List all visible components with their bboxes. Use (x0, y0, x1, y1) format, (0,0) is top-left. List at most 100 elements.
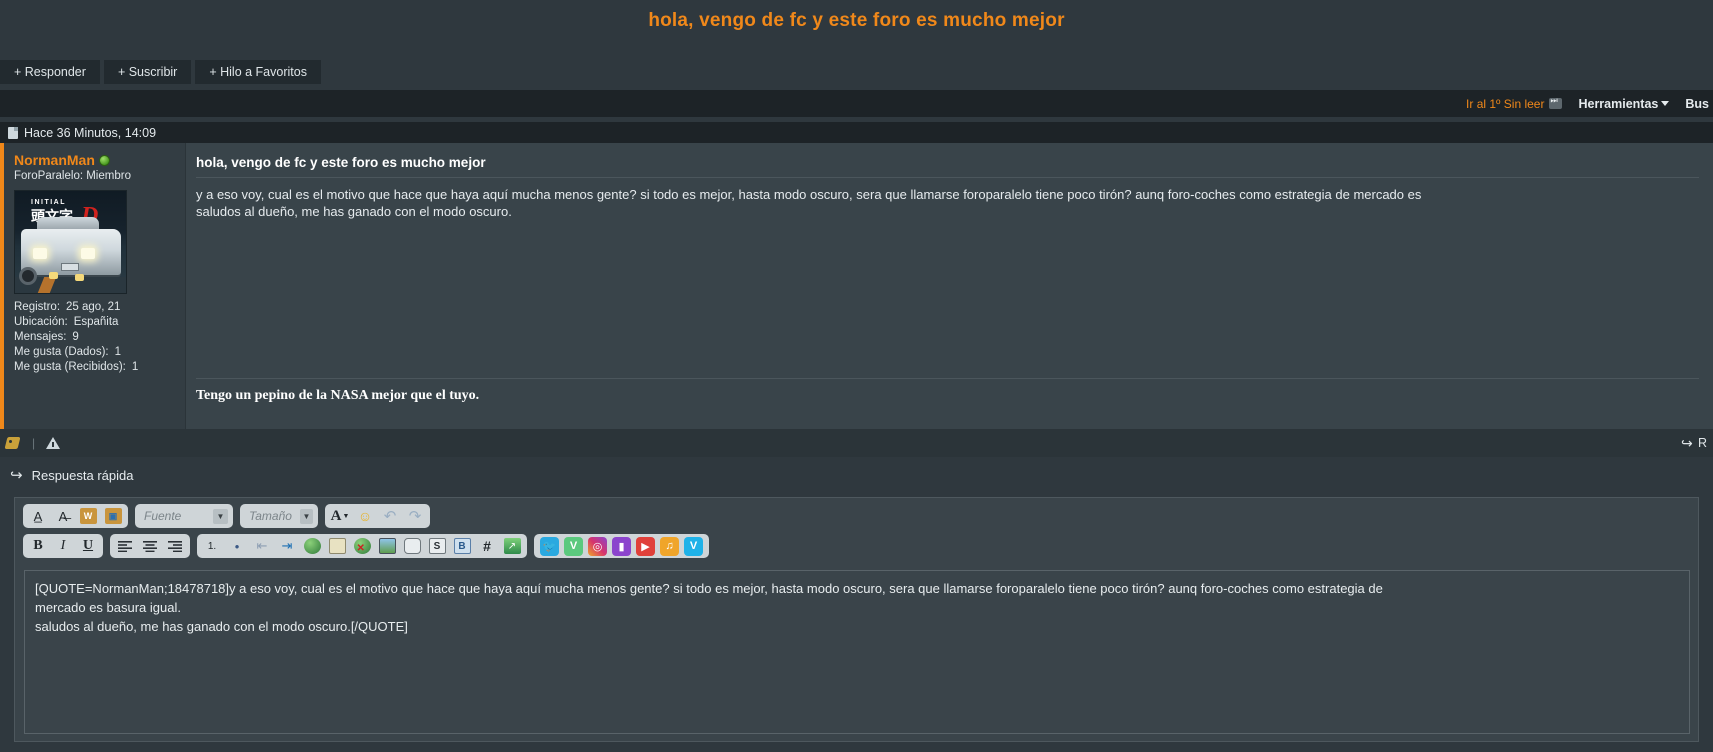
post-author[interactable]: NormanMan (14, 152, 175, 168)
suscribir-button[interactable]: + Suscribir (103, 60, 192, 84)
avatar-headlight-right (81, 248, 95, 259)
tag-icon[interactable] (6, 436, 22, 450)
hash-icon[interactable]: # (476, 536, 498, 556)
align-left-glyph (118, 540, 132, 552)
stat-label: Ubicación: (14, 316, 68, 328)
svg-text:INITIAL: INITIAL (31, 199, 66, 206)
quick-reply-editor: A̲ A̶ W ▣ Fuente ▼ Tamaño ▼ A ▼ ☺ ↶ ↷ B … (14, 497, 1699, 742)
online-status-icon (98, 154, 110, 166)
reply-label: R (1697, 436, 1707, 450)
align-center-icon[interactable] (139, 536, 161, 556)
insert-email-icon[interactable] (326, 536, 348, 556)
editor-toolbar-row-1: A̲ A̶ W ▣ Fuente ▼ Tamaño ▼ A ▼ ☺ ↶ ↷ (15, 498, 1698, 528)
font-size-select[interactable]: Tamaño ▼ (240, 504, 318, 528)
thread-tools-bar: Ir al 1º Sin leer Herramientas Bus (0, 90, 1713, 117)
remove-format-icon[interactable]: A̲ (27, 506, 49, 526)
align-center-glyph (143, 540, 157, 552)
italic-button[interactable]: I (52, 536, 74, 556)
post-text-line-2: saludos al dueño, me has ganado con el m… (196, 203, 512, 219)
goto-first-unread-link[interactable]: Ir al 1º Sin leer (1466, 96, 1563, 111)
chevron-down-icon: ▼ (299, 508, 313, 524)
ordered-list-icon[interactable]: 1. (201, 536, 223, 556)
responder-button[interactable]: + Responder (0, 60, 100, 84)
twitter-icon[interactable]: 🐦 (540, 536, 559, 556)
insert-quote-icon[interactable] (401, 536, 423, 556)
font-family-value: Fuente (144, 509, 182, 523)
bold-button[interactable]: B (27, 536, 49, 556)
smiley-icon[interactable]: ☺ (354, 506, 376, 526)
font-size-value: Tamaño (249, 509, 292, 523)
chevron-down-icon: ▼ (342, 512, 350, 520)
avatar[interactable]: INITIAL 頭文字 D (14, 190, 127, 294)
herramientas-menu[interactable]: Herramientas (1578, 96, 1670, 111)
avatar-car-wheel (19, 267, 37, 285)
post-document-icon (8, 126, 18, 139)
footer-divider: | (32, 436, 36, 450)
post-meta-strip: Hace 36 Minutos, 14:09 (0, 122, 1713, 143)
quick-reply-textarea[interactable] (24, 570, 1690, 734)
align-right-icon[interactable] (164, 536, 186, 556)
signature-divider (196, 378, 1699, 379)
page-title: hola, vengo de fc y este foro es mucho m… (648, 10, 1065, 31)
post-signature: Tengo un pepino de la NASA mejor que el … (196, 388, 480, 403)
instagram-icon[interactable]: ◎ (588, 536, 607, 556)
stat-row: Ubicación: Españita (14, 316, 175, 328)
youtube-icon[interactable]: ▶ (636, 536, 655, 556)
paste-from-word-icon[interactable]: W (77, 506, 99, 526)
reply-button[interactable]: ↩ R (1681, 435, 1707, 452)
post-subject-divider (196, 177, 1699, 178)
social-media-group: 🐦 V ◎ ▮ ▶ ♫ V (534, 534, 709, 558)
stat-label: Registro: (14, 301, 61, 313)
chevron-down-icon (1661, 101, 1670, 106)
forum-thread-page: hola, vengo de fc y este foro es mucho m… (0, 0, 1713, 752)
bbcode-icon[interactable]: B (451, 536, 473, 556)
undo-icon[interactable]: ↶ (379, 506, 401, 526)
post-body: hola, vengo de fc y este foro es mucho m… (186, 143, 1713, 429)
vine-icon[interactable]: V (564, 536, 583, 556)
indent-icon[interactable]: ⇥ (276, 536, 298, 556)
post-author-name: NormanMan (14, 152, 95, 168)
post-author-title: ForoParalelo: Miembro (14, 170, 131, 182)
stat-row: Me gusta (Dados): 1 (14, 346, 175, 358)
goto-first-unread-label: Ir al 1º Sin leer (1466, 96, 1545, 111)
avatar-license-plate (61, 263, 79, 271)
unordered-list-icon[interactable]: • (226, 536, 248, 556)
outdent-icon[interactable]: ⇤ (251, 536, 273, 556)
buscar-menu[interactable]: Bus (1685, 97, 1709, 111)
insert-link-icon[interactable] (301, 536, 323, 556)
underline-button[interactable]: U (77, 536, 99, 556)
text-style-group: B I U (23, 534, 103, 558)
stat-label: Me gusta (Dados): (14, 346, 109, 358)
font-color-label: A (330, 507, 342, 524)
bbcode-label: B (453, 538, 471, 554)
stat-value: 1 (114, 346, 122, 358)
vimeo-icon[interactable]: V (684, 536, 703, 556)
stat-row: Mensajes: 9 (14, 331, 175, 343)
post-timestamp: Hace 36 Minutos, 14:09 (24, 125, 157, 140)
remove-link-icon[interactable]: ✕ (351, 536, 373, 556)
stat-row: Registro: 25 ago, 21 (14, 301, 175, 313)
editor-toolbar-row-2: B I U 1. • ⇤ ⇥ ✕ S B # ↗ 🐦 V ◎ ▮ ▶ ♫ V (15, 528, 1698, 558)
insert-image-icon[interactable] (376, 536, 398, 556)
report-warning-icon[interactable] (45, 436, 61, 450)
font-family-select[interactable]: Fuente ▼ (135, 504, 233, 528)
paste-plain-text-icon[interactable]: ▣ (102, 506, 124, 526)
format-tools-group: A̲ A̶ W ▣ (23, 504, 128, 528)
alignment-group (110, 534, 190, 558)
stat-value: 25 ago, 21 (66, 301, 121, 313)
align-left-icon[interactable] (114, 536, 136, 556)
post-text-line-1: y a eso voy, cual es el motivo que hace … (196, 187, 1422, 202)
post-footer: | ↩ R (0, 429, 1713, 457)
spoiler-icon[interactable]: S (426, 536, 448, 556)
quick-reply-arrow-icon: ↩ (10, 467, 23, 484)
font-color-button[interactable]: A ▼ (329, 506, 351, 526)
avatar-headlight-left (33, 248, 47, 259)
tiktok-music-icon[interactable]: ♫ (660, 536, 679, 556)
attach-external-icon[interactable]: ↗ (501, 536, 523, 556)
hilo-favoritos-button[interactable]: + Hilo a Favoritos (195, 60, 321, 84)
quick-reply-header: ↩ Respuesta rápida (0, 462, 1713, 488)
strip-format-icon[interactable]: A̶ (52, 506, 74, 526)
redo-icon[interactable]: ↷ (404, 506, 426, 526)
twitch-icon[interactable]: ▮ (612, 536, 631, 556)
herramientas-label: Herramientas (1578, 96, 1659, 111)
